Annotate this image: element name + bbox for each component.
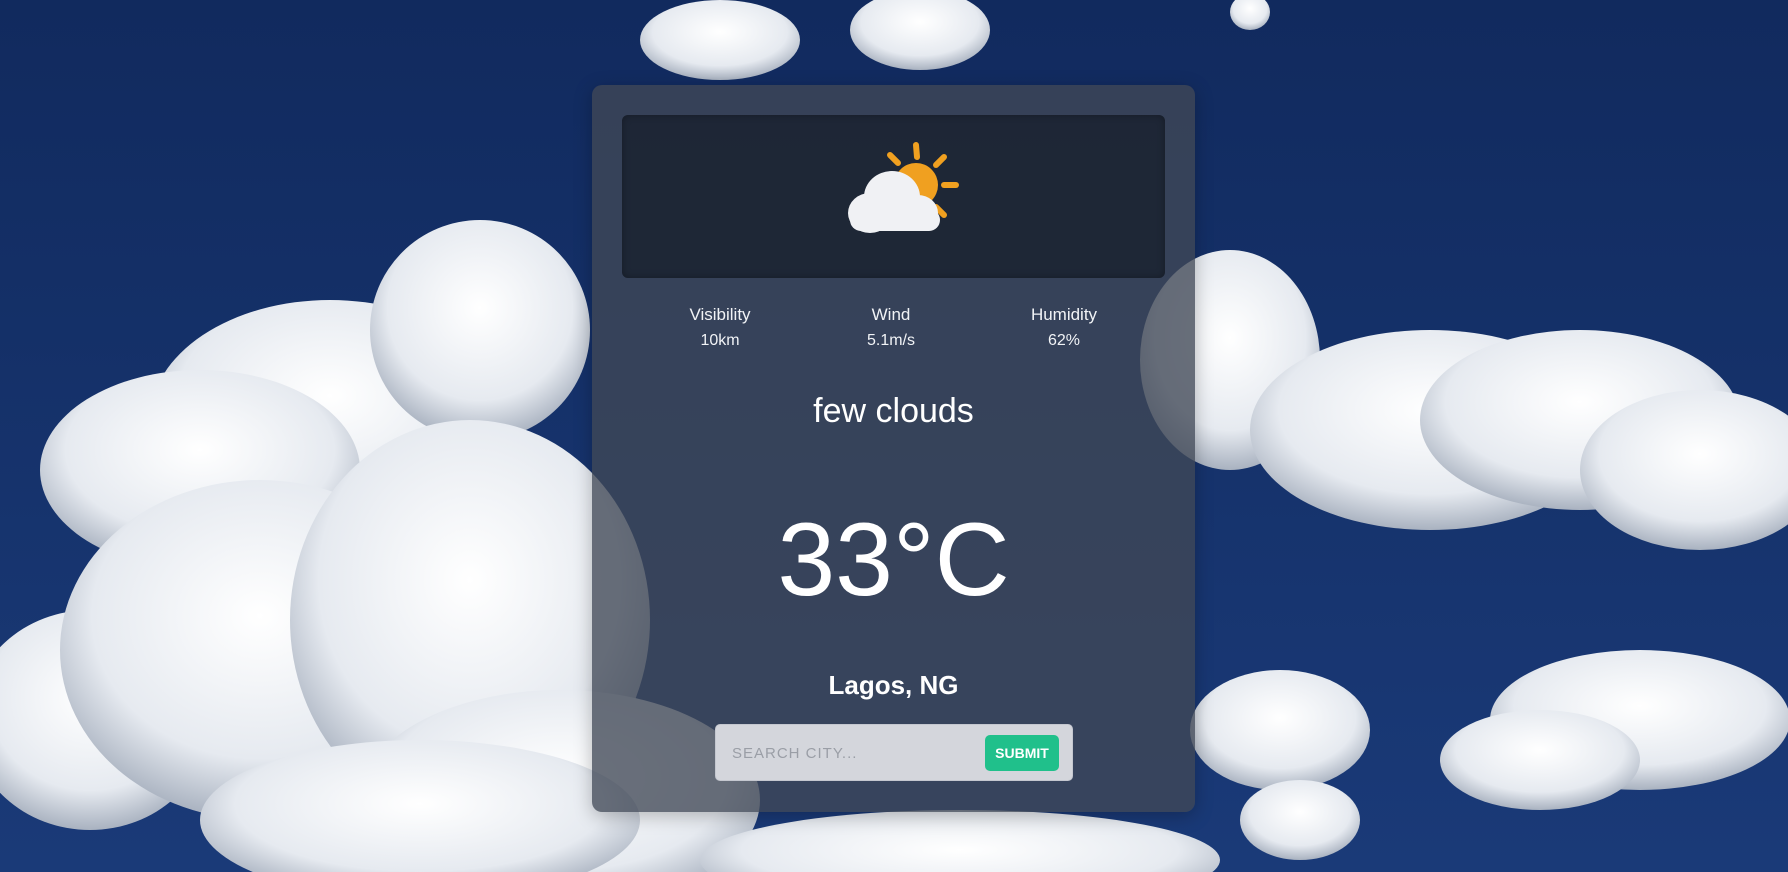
visibility-label: Visibility (689, 305, 751, 324)
weather-icon-panel (622, 115, 1165, 278)
humidity-stat: Humidity 62% (984, 302, 1144, 354)
search-city-input[interactable] (724, 734, 979, 772)
city-search-form: SUBMIT (715, 724, 1073, 781)
wind-stat: Wind 5.1m/s (811, 302, 971, 354)
wind-label: Wind (871, 305, 911, 324)
humidity-value: 62% (1047, 332, 1081, 349)
weather-description: few clouds (813, 392, 974, 430)
weather-stats: Visibility 10km Wind 5.1m/s Humidity 62% (592, 302, 1195, 362)
humidity-label: Humidity (1030, 305, 1098, 324)
partly-cloudy-day-icon (848, 142, 959, 233)
location-name: Lagos, NG (828, 670, 959, 700)
visibility-stat: Visibility 10km (640, 302, 800, 354)
submit-button[interactable]: SUBMIT (985, 735, 1059, 771)
visibility-value: 10km (700, 332, 740, 349)
temperature: 33°C (777, 502, 1010, 618)
wind-value: 5.1m/s (866, 332, 915, 349)
weather-card: Visibility 10km Wind 5.1m/s Humidity 62%… (592, 85, 1195, 812)
